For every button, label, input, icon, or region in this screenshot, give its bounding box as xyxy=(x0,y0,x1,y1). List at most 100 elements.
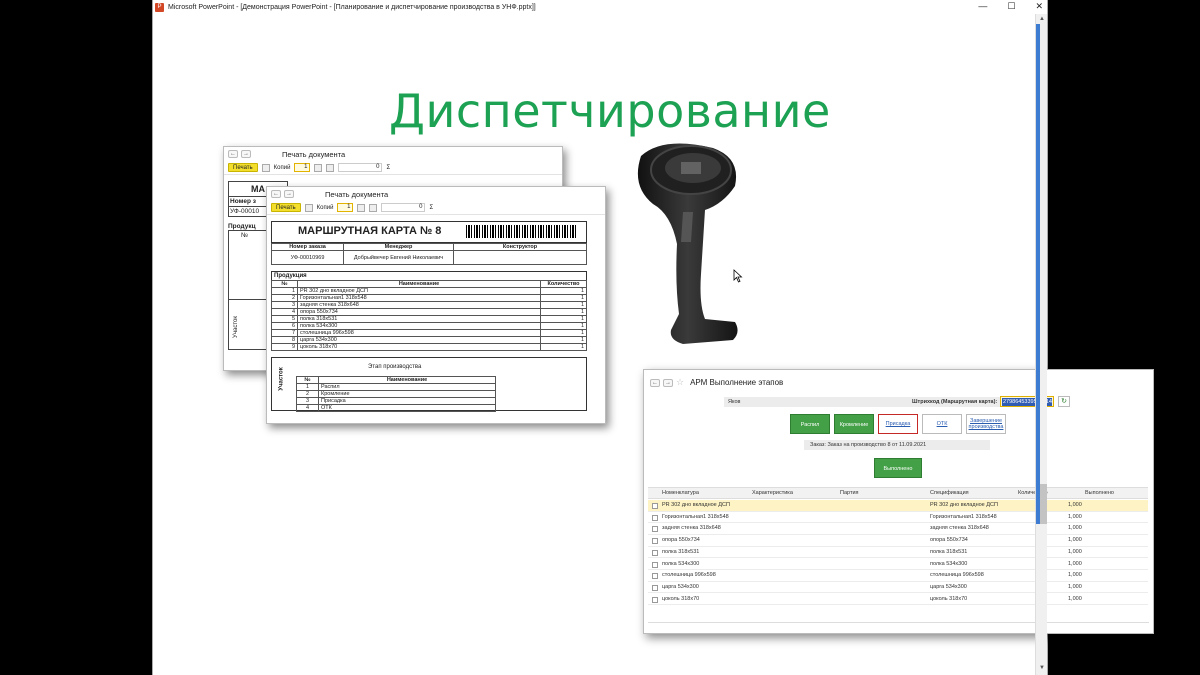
table-row[interactable]: полка 318х531 полка 318х531 1,000 xyxy=(648,547,1148,559)
row-specifikaciya: царга 534х300 xyxy=(930,583,967,590)
stage-col-name: Наименование xyxy=(318,376,496,384)
row-specifikaciya: Горизонтальная1 318х548 xyxy=(930,513,997,520)
table-row[interactable]: PR 302 дно вкладное ДСП PR 302 дно вклад… xyxy=(648,500,1148,512)
product-qty: 1 xyxy=(540,315,587,323)
product-row: 1 PR 302 дно вкладное ДСП 1 xyxy=(271,287,587,295)
mouse-cursor-icon xyxy=(733,269,743,283)
row-kolichestvo: 1,000 xyxy=(1068,537,1082,544)
stage-button-prisadka[interactable]: Присадка xyxy=(878,414,918,434)
refresh-icon[interactable]: ↻ xyxy=(1058,396,1070,407)
product-n: 2 xyxy=(271,294,298,302)
mail-icon[interactable] xyxy=(369,203,378,212)
barcode-label: Штрихкод (Маршрутная карта): xyxy=(912,399,998,405)
stage-n: 4 xyxy=(296,404,319,412)
column-n: № xyxy=(241,232,248,239)
stage-button-raspil[interactable]: Распил xyxy=(790,414,830,434)
save-icon[interactable] xyxy=(314,163,323,172)
execute-button[interactable]: Выполнено xyxy=(874,458,922,478)
product-qty: 1 xyxy=(540,294,587,302)
product-name: столешница 996х598 xyxy=(297,329,541,337)
row-checkbox[interactable] xyxy=(652,549,658,556)
row-nomenklatura: столешница 996х598 xyxy=(662,572,716,579)
uch-label: Участок xyxy=(278,367,285,391)
copies-input[interactable]: 1 xyxy=(294,163,311,172)
doc-window-title: Печать документа xyxy=(282,149,346,159)
row-checkbox[interactable] xyxy=(652,503,658,509)
forward-arrow-icon[interactable]: → xyxy=(663,378,673,387)
product-n: 9 xyxy=(271,343,298,351)
copies-input[interactable]: 1 xyxy=(337,203,354,212)
finish-production-button[interactable]: Завершение производства xyxy=(966,414,1006,434)
product-qty: 1 xyxy=(540,287,587,295)
row-kolichestvo: 1,000 xyxy=(1068,595,1082,602)
mail-icon[interactable] xyxy=(326,163,335,172)
row-nomenklatura: полка 534х300 xyxy=(662,560,700,567)
table-row[interactable]: столешница 996х598 столешница 996х598 1,… xyxy=(648,570,1148,582)
products-label: Продукция xyxy=(271,271,587,280)
save-icon[interactable] xyxy=(357,203,366,212)
row-specifikaciya: опора 550х734 xyxy=(930,537,968,544)
product-name: PR 302 дно вкладное ДСП xyxy=(297,287,541,295)
table-row[interactable]: задняя стенка 318х648 задняя стенка 318х… xyxy=(648,523,1148,535)
back-arrow-icon[interactable]: ← xyxy=(650,378,660,387)
stage-row: 1 Распил xyxy=(296,383,496,391)
table-row[interactable]: Горизонтальная1 318х548 Горизонтальная1 … xyxy=(648,512,1148,524)
table-row[interactable]: царга 534х300 царга 534х300 1,000 xyxy=(648,582,1148,594)
row-checkbox[interactable] xyxy=(652,526,658,533)
print-button[interactable]: Печать xyxy=(228,163,258,172)
stage-name: Кромление xyxy=(318,390,496,398)
stage-button-otk[interactable]: ОТК xyxy=(922,414,962,434)
table-row[interactable]: опора 550х734 опора 550х734 1,000 xyxy=(648,535,1148,547)
stage-button-kromlenie[interactable]: Кромление xyxy=(834,414,874,434)
close-button[interactable]: ✕ xyxy=(1035,0,1043,13)
minimize-button[interactable]: — xyxy=(978,0,987,13)
product-n: 6 xyxy=(271,322,298,330)
table-row[interactable]: полка 534х300 полка 534х300 1,000 xyxy=(648,559,1148,570)
row-checkbox[interactable] xyxy=(652,584,658,591)
order-head: Номер заказа xyxy=(271,243,344,251)
vertical-scrollbar[interactable]: ▲ ▼ xyxy=(1035,14,1047,675)
product-row: 3 задняя стенка 318х648 1 xyxy=(271,301,587,309)
favorite-star-icon[interactable]: ☆ xyxy=(676,377,684,388)
preview-icon[interactable] xyxy=(261,163,270,172)
product-row: 4 опора 550х734 1 xyxy=(271,308,587,316)
manager-head: Менеджер xyxy=(343,243,454,251)
back-arrow-icon[interactable]: ← xyxy=(271,190,281,198)
scroll-down-icon[interactable]: ▼ xyxy=(1038,665,1046,673)
table-row[interactable]: цоколь 318х70 цоколь 318х70 1,000 xyxy=(648,594,1148,606)
sigma-icon[interactable]: Σ xyxy=(386,165,390,171)
product-name: полка 318х531 xyxy=(297,315,541,323)
sum-field: 0 xyxy=(338,163,383,172)
row-specifikaciya: цоколь 318х70 xyxy=(930,595,968,602)
row-checkbox[interactable] xyxy=(652,573,658,580)
product-n: 1 xyxy=(271,287,298,295)
row-nomenklatura: царга 534х300 xyxy=(662,583,699,590)
sigma-icon[interactable]: Σ xyxy=(429,205,433,211)
row-checkbox[interactable] xyxy=(652,514,658,521)
scroll-up-icon[interactable]: ▲ xyxy=(1038,16,1046,24)
product-qty: 1 xyxy=(540,308,587,316)
slide-title: Диспетчирование xyxy=(389,84,831,138)
product-row: 9 цоколь 318х70 1 xyxy=(271,343,587,351)
product-n: 8 xyxy=(271,336,298,344)
forward-arrow-icon[interactable]: → xyxy=(284,190,294,198)
stage-name: ОТК xyxy=(318,404,496,412)
maximize-button[interactable]: ☐ xyxy=(1007,0,1015,13)
back-arrow-icon[interactable]: ← xyxy=(228,150,238,158)
forward-arrow-icon[interactable]: → xyxy=(241,150,251,158)
row-kolichestvo: 1,000 xyxy=(1068,572,1082,579)
row-checkbox[interactable] xyxy=(652,538,658,545)
row-checkbox[interactable] xyxy=(652,561,658,568)
print-button[interactable]: Печать xyxy=(271,203,301,212)
product-qty: 1 xyxy=(540,322,587,330)
stage-label: Этап производства xyxy=(368,364,422,370)
order-value: УФ-00010969 xyxy=(271,250,344,265)
route-card-heading: МАРШРУТНАЯ КАРТА № 8 xyxy=(298,225,442,237)
row-checkbox[interactable] xyxy=(652,596,658,603)
preview-icon[interactable] xyxy=(304,203,313,212)
window-titlebar: P Microsoft PowerPoint - [Демонстрация P… xyxy=(153,0,1047,14)
product-row: 8 царга 534х300 1 xyxy=(271,336,587,344)
row-kolichestvo: 1,000 xyxy=(1068,502,1082,508)
row-specifikaciya: полка 318х531 xyxy=(930,548,968,555)
scrollbar-thumb[interactable] xyxy=(1040,484,1047,524)
